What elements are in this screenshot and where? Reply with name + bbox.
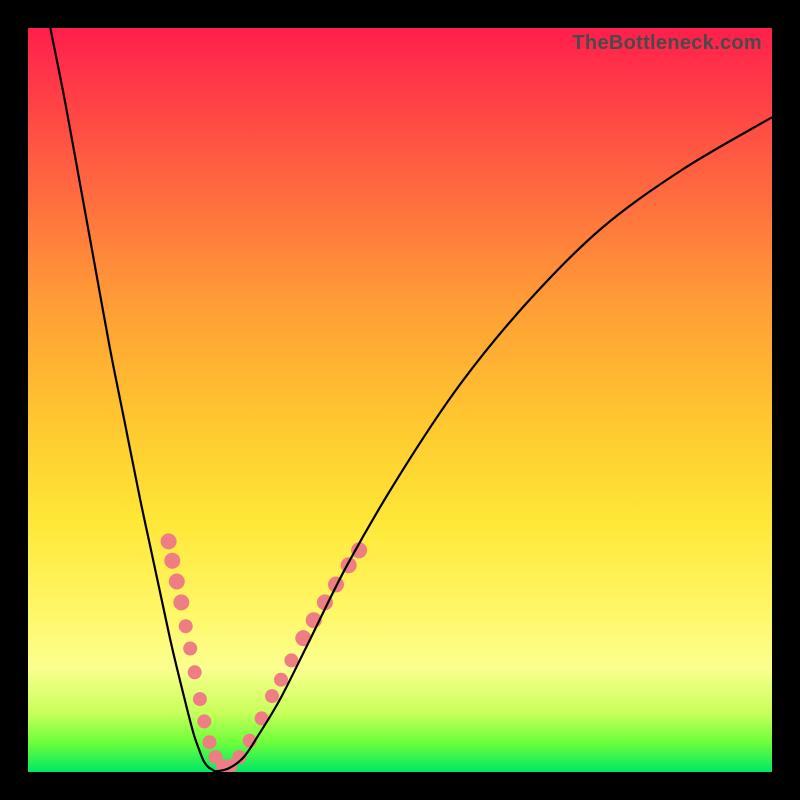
data-marker	[265, 689, 279, 703]
data-marker	[274, 673, 288, 687]
curve-layer	[28, 28, 772, 772]
plot-area: TheBottleneck.com	[28, 28, 772, 772]
data-marker	[203, 735, 217, 749]
data-marker	[179, 619, 193, 633]
data-marker	[183, 642, 197, 656]
data-marker	[188, 665, 202, 679]
bottleneck-curve	[50, 28, 772, 771]
data-marker	[164, 553, 180, 569]
data-marker	[161, 533, 177, 549]
marker-group	[161, 533, 368, 772]
chart-frame: TheBottleneck.com	[0, 0, 800, 800]
data-marker	[173, 594, 189, 610]
data-marker	[169, 574, 185, 590]
data-marker	[193, 692, 207, 706]
data-marker	[197, 714, 211, 728]
